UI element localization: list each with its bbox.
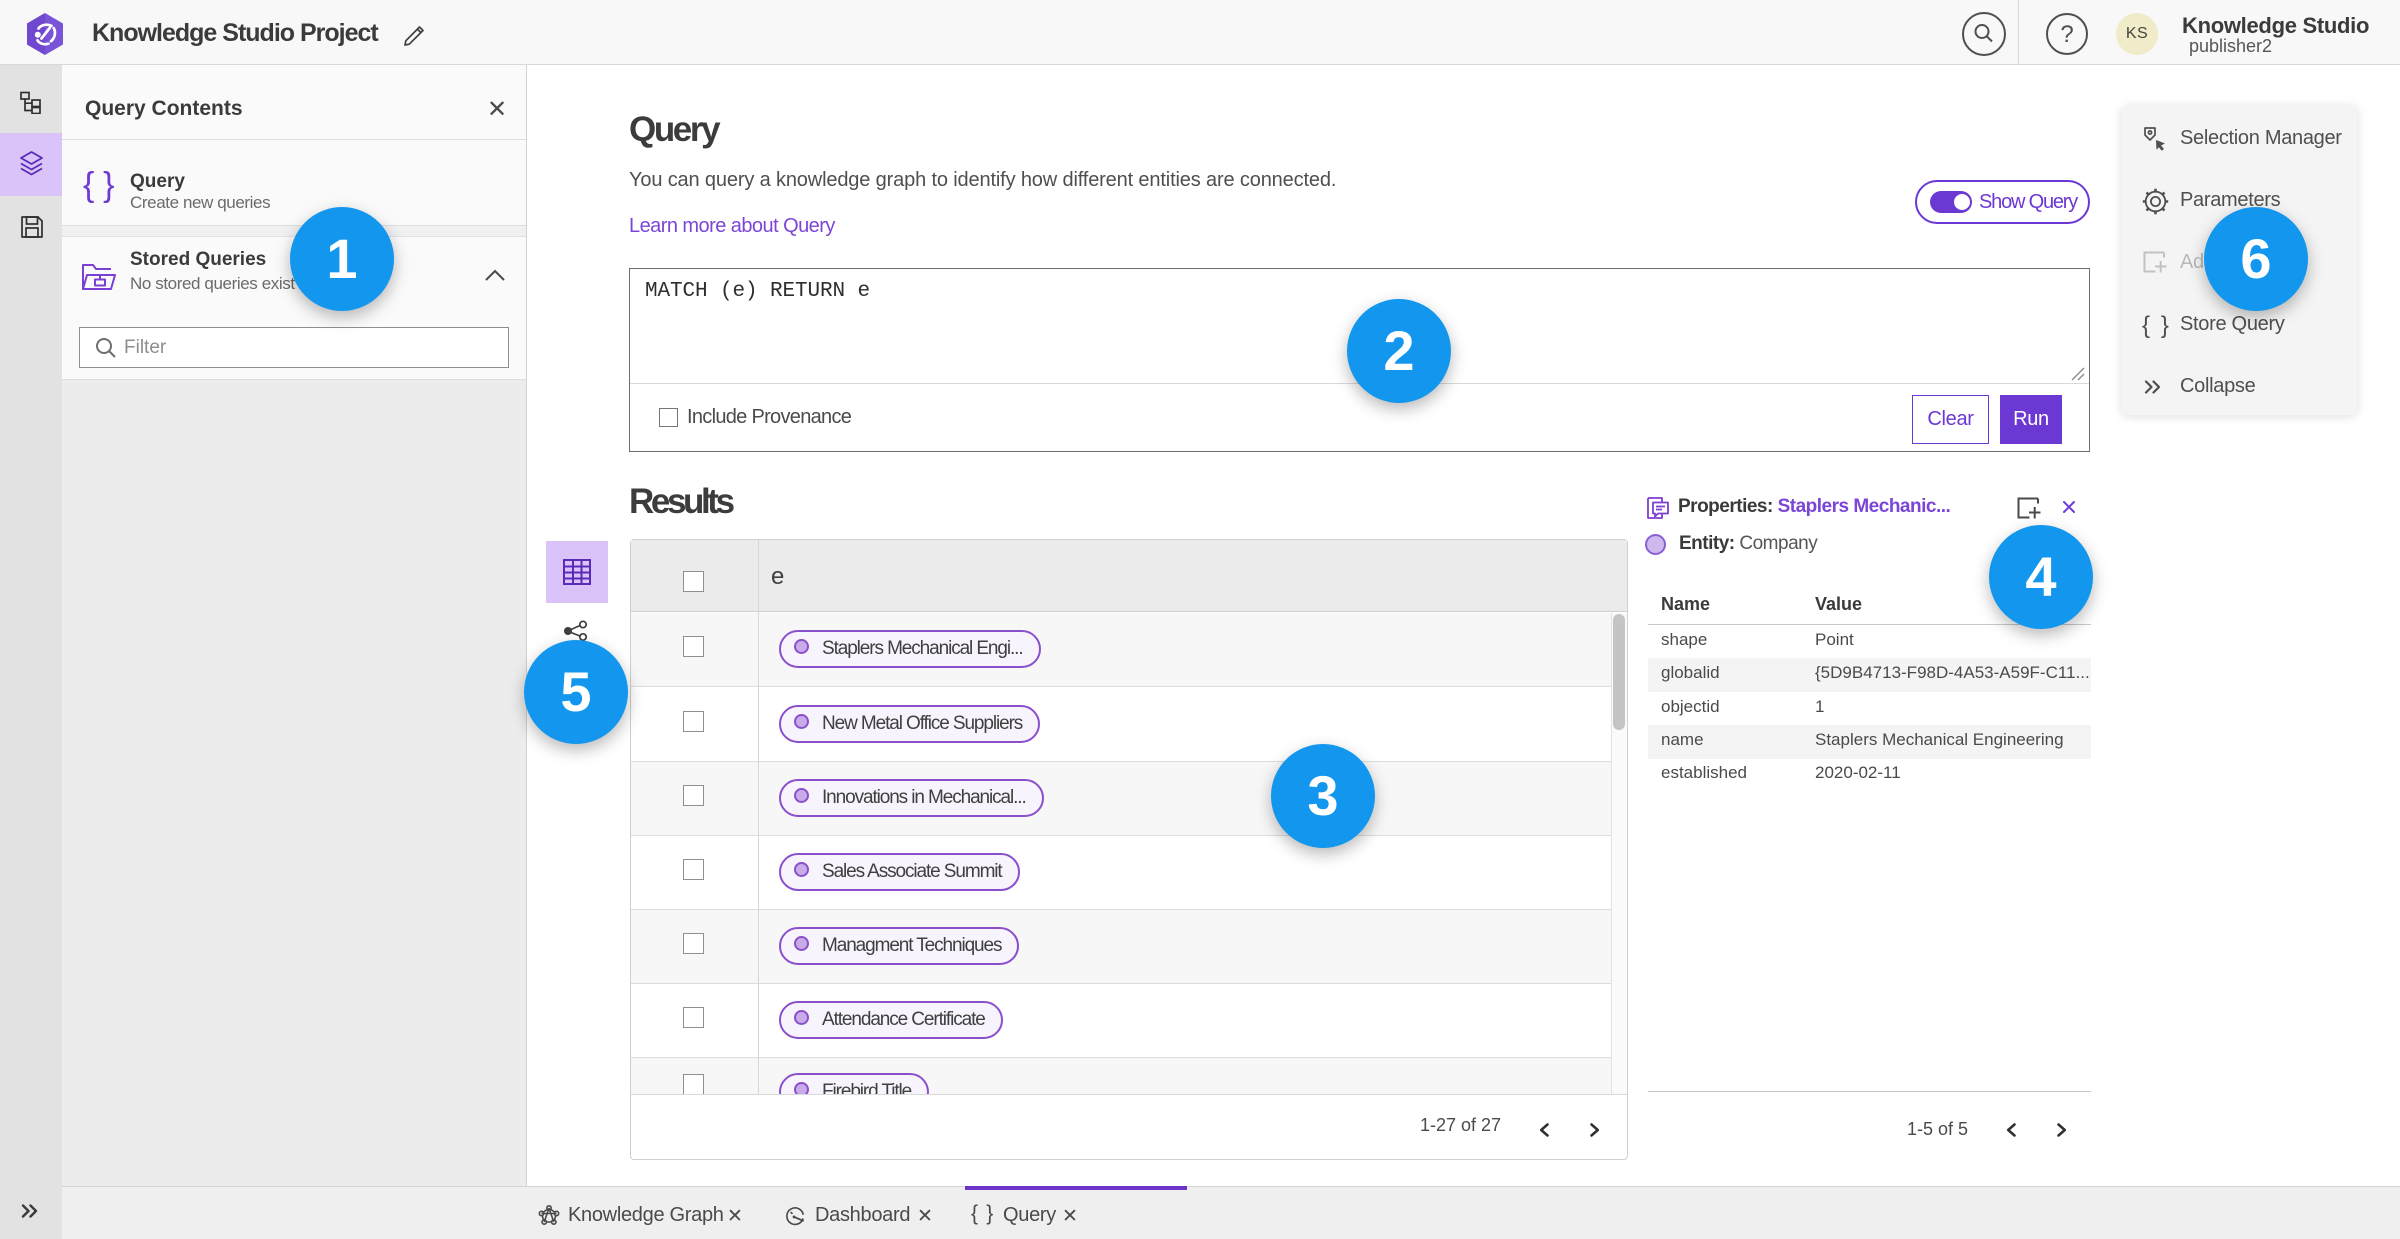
svg-text:?: ?: [2060, 21, 2073, 48]
